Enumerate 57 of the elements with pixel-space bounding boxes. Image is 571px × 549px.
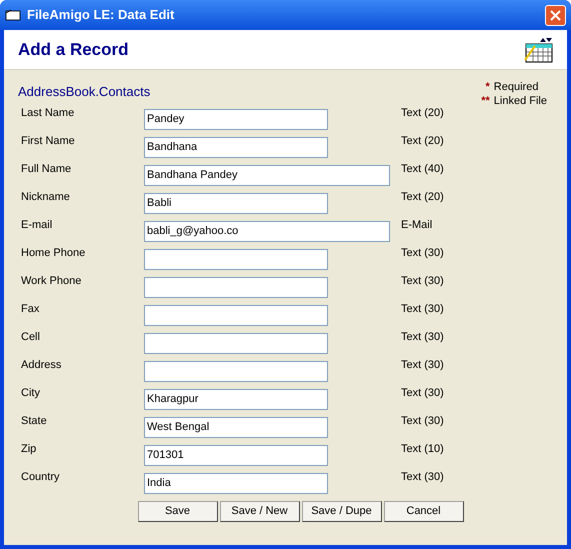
field-type: Text (30) — [401, 358, 444, 373]
field-label: Nickname — [21, 190, 71, 205]
input-field[interactable]: Kharagpur — [144, 388, 328, 410]
window-title: FileAmigo LE: Data Edit — [27, 6, 174, 24]
input-field[interactable]: Pandey — [144, 108, 328, 130]
field-type: Text (30) — [401, 302, 444, 317]
window-app-icon — [5, 9, 21, 21]
field-type: Text (30) — [401, 470, 444, 485]
input-field[interactable] — [144, 332, 328, 354]
legend-mark: * — [484, 80, 491, 94]
field-label: Last Name — [21, 106, 76, 121]
close-icon — [550, 10, 561, 20]
input-field[interactable] — [144, 276, 328, 298]
close-button[interactable] — [545, 4, 566, 26]
input-field[interactable] — [144, 248, 328, 270]
field-label: Home Phone — [21, 246, 86, 261]
field-type: E-Mail — [401, 218, 432, 233]
field-type: Text (30) — [401, 330, 444, 345]
field-label: E-mail — [21, 218, 54, 233]
input-field[interactable]: 701301 — [144, 444, 328, 466]
dialog-button[interactable]: Save / Dupe — [302, 501, 382, 522]
table-name: AddressBook.Contacts — [18, 83, 150, 101]
field-type: Text (20) — [401, 134, 444, 149]
table-icon — [523, 36, 553, 64]
legend-label: Linked File — [494, 94, 547, 108]
field-type: Text (20) — [401, 190, 444, 205]
field-label: Address — [21, 358, 62, 373]
field-label: Cell — [21, 330, 41, 345]
input-field[interactable] — [144, 304, 328, 326]
input-field[interactable]: India — [144, 472, 328, 494]
field-type: Text (20) — [401, 106, 444, 121]
field-label: City — [21, 386, 41, 401]
input-field[interactable]: West Bengal — [144, 416, 328, 438]
field-type: Text (30) — [401, 414, 444, 429]
field-label: Country — [21, 470, 61, 485]
input-field[interactable]: Bandhana Pandey — [144, 164, 390, 186]
field-type: Text (10) — [401, 442, 444, 457]
input-field[interactable]: Bandhana — [144, 136, 328, 158]
input-field[interactable] — [144, 360, 328, 382]
input-field[interactable]: babli_g@yahoo.co — [144, 220, 390, 242]
dialog-button[interactable]: Cancel — [384, 501, 464, 522]
field-label: Zip — [21, 442, 38, 457]
field-type: Text (30) — [401, 274, 444, 289]
field-type: Text (40) — [401, 162, 444, 177]
dialog-button[interactable]: Save / New — [220, 501, 300, 522]
field-label: State — [21, 414, 48, 429]
field-label: First Name — [21, 134, 76, 149]
field-type: Text (30) — [401, 386, 444, 401]
page-heading: Add a Record — [18, 38, 129, 61]
field-label: Work Phone — [21, 274, 82, 289]
dialog-button[interactable]: Save — [138, 501, 218, 522]
field-label: Fax — [21, 302, 40, 317]
legend-label: Required — [494, 80, 538, 94]
input-field[interactable]: Babli — [144, 192, 328, 214]
field-label: Full Name — [21, 162, 72, 177]
field-type: Text (30) — [401, 246, 444, 261]
legend-mark: ** — [480, 94, 491, 108]
